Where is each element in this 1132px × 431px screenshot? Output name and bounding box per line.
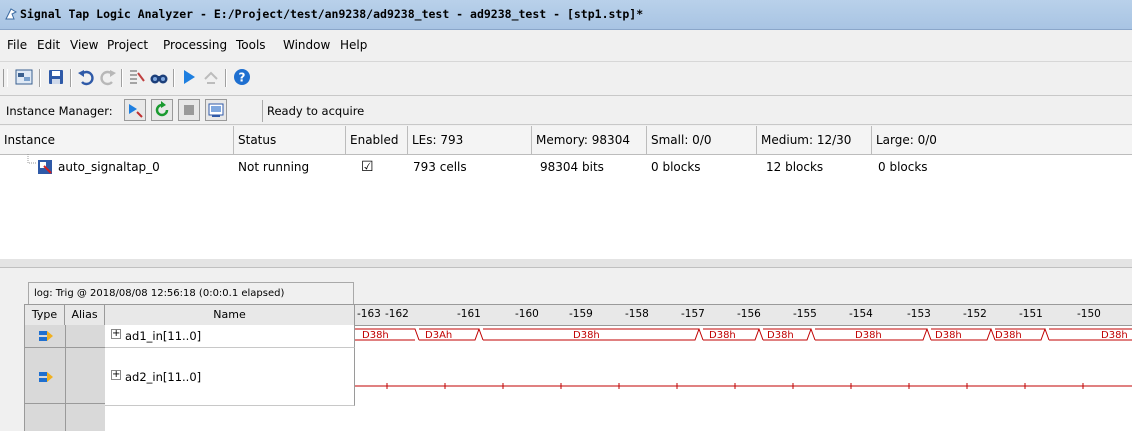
help-icon[interactable]: ? (232, 67, 252, 87)
col-small[interactable]: Small: 0/0 (647, 126, 757, 154)
signaltap-app-icon (5, 8, 17, 20)
menu-tools[interactable]: Tools (236, 38, 266, 52)
run-analysis-button[interactable] (151, 99, 173, 121)
run-analysis-icon[interactable] (179, 67, 199, 87)
small-value: 0 blocks (651, 160, 701, 174)
bus-value: D38h (709, 330, 736, 341)
stop-analysis-button[interactable] (178, 99, 200, 121)
menu-bar: File Edit View Project Processing Tools … (0, 30, 1132, 60)
bus-value: D38h (362, 330, 389, 341)
time-tick: -161 (457, 308, 481, 320)
menu-window[interactable]: Window (283, 38, 330, 52)
svg-text:?: ? (239, 71, 246, 85)
time-tick: -160 (515, 308, 539, 320)
bus-value: D38h (1101, 330, 1128, 341)
instance-name: auto_signaltap_0 (58, 160, 160, 174)
instance-manager-bar: Instance Manager: Ready to acquire (0, 95, 1132, 125)
pane-splitter[interactable] (0, 259, 1132, 268)
menu-project[interactable]: Project (107, 38, 148, 52)
signal-header: Type Alias Name -163 -162 -161 -160 -159 -158… (25, 305, 1132, 326)
time-tick: -153 (907, 308, 931, 320)
read-data-icon (208, 103, 224, 117)
col-alias[interactable]: Alias (65, 305, 105, 325)
tree-line-icon (27, 154, 36, 164)
bus-value: D38h (767, 330, 794, 341)
acquire-status-text: Ready to acquire (267, 104, 365, 118)
find-icon[interactable] (149, 67, 169, 87)
menu-file[interactable]: File (7, 38, 27, 52)
save-icon[interactable] (46, 67, 66, 87)
col-large[interactable]: Large: 0/0 (872, 126, 1132, 154)
menu-view[interactable]: View (70, 38, 98, 52)
instance-manager-label: Instance Manager: (6, 104, 113, 118)
signal-row-ad2[interactable]: + ad2_in[11..0] (105, 348, 355, 406)
refresh-run-icon (155, 101, 169, 117)
col-instance[interactable]: Instance (0, 126, 234, 154)
waveform-canvas[interactable]: D38h D3Ah D38h D38h D38h D38h D38h D38h … (355, 325, 1132, 431)
time-tick: -159 (569, 308, 593, 320)
time-tick: -156 (737, 308, 761, 320)
time-ruler[interactable]: -163 -162 -161 -160 -159 -158 -157 -156 -155 -154… (355, 305, 1132, 325)
node-finder-icon[interactable] (127, 67, 147, 87)
time-tick: -155 (793, 308, 817, 320)
signal-name: ad1_in[11..0] (125, 329, 202, 343)
signal-name: ad2_in[11..0] (125, 370, 202, 384)
time-tick: -163 (357, 308, 381, 320)
col-type[interactable]: Type (25, 305, 65, 325)
autorun-analysis-button[interactable] (124, 99, 146, 121)
read-data-button[interactable] (205, 99, 227, 121)
window-title: Signal Tap Logic Analyzer - E:/Project/t… (20, 7, 644, 21)
bus-value: D38h (995, 330, 1022, 341)
log-tab-label: log: Trig @ 2018/08/08 12:56:18 (0:0:0.1… (34, 288, 285, 299)
redo-icon[interactable] (98, 67, 118, 87)
col-medium[interactable]: Medium: 12/30 (757, 126, 872, 154)
signal-grid: Type Alias Name -163 -162 -161 -160 -159 -158… (24, 304, 1132, 431)
menu-processing[interactable]: Processing (163, 38, 227, 52)
bus-value: D38h (855, 330, 882, 341)
stop-analysis-icon[interactable] (201, 67, 221, 87)
expand-icon[interactable]: + (111, 370, 121, 380)
les-value: 793 cells (413, 160, 467, 174)
medium-value: 12 blocks (766, 160, 824, 174)
col-enabled[interactable]: Enabled (346, 126, 408, 154)
col-les[interactable]: LEs: 793 (408, 126, 532, 154)
main-toolbar: ? (0, 61, 1132, 92)
time-tick: -162 (385, 308, 409, 320)
time-tick: -150 (1077, 308, 1101, 320)
bus-input-icon (39, 331, 53, 341)
expand-icon[interactable]: + (111, 329, 121, 339)
time-tick: -154 (849, 308, 873, 320)
instance-table: Instance Status Enabled LEs: 793 Memory:… (0, 126, 1132, 260)
time-tick: -151 (1019, 308, 1043, 320)
title-bar: Signal Tap Logic Analyzer - E:/Project/t… (0, 0, 1132, 30)
bus-input-icon (39, 372, 53, 382)
stop-icon (184, 105, 194, 115)
time-tick: -152 (963, 308, 987, 320)
memory-value: 98304 bits (540, 160, 604, 174)
setup-icon[interactable] (14, 67, 34, 87)
menu-help[interactable]: Help (340, 38, 367, 52)
col-memory[interactable]: Memory: 98304 (532, 126, 647, 154)
instance-table-header: Instance Status Enabled LEs: 793 Memory:… (0, 126, 1132, 155)
table-row[interactable]: auto_signaltap_0 Not running ☑ 793 cells… (0, 154, 1132, 180)
instance-icon (38, 160, 52, 174)
undo-icon[interactable] (76, 67, 96, 87)
log-tab[interactable]: log: Trig @ 2018/08/08 12:56:18 (0:0:0.1… (28, 282, 354, 304)
large-value: 0 blocks (878, 160, 928, 174)
bus-value: D38h (935, 330, 962, 341)
toolbar-grip[interactable] (3, 69, 8, 87)
signal-row-ad1[interactable]: + ad1_in[11..0] (105, 325, 355, 348)
type-alias-column (25, 325, 105, 431)
bus-value: D3Ah (425, 330, 453, 341)
col-status[interactable]: Status (234, 126, 346, 154)
col-name[interactable]: Name (105, 305, 355, 325)
enabled-checkbox[interactable]: ☑ (361, 154, 374, 180)
waveform-pane: log: Trig @ 2018/08/08 12:56:18 (0:0:0.1… (0, 268, 1132, 431)
bus-value: D38h (573, 330, 600, 341)
time-tick: -158 (625, 308, 649, 320)
instance-status: Not running (238, 160, 310, 174)
menu-edit[interactable]: Edit (37, 38, 60, 52)
autorun-icon (129, 104, 143, 118)
time-tick: -157 (681, 308, 705, 320)
